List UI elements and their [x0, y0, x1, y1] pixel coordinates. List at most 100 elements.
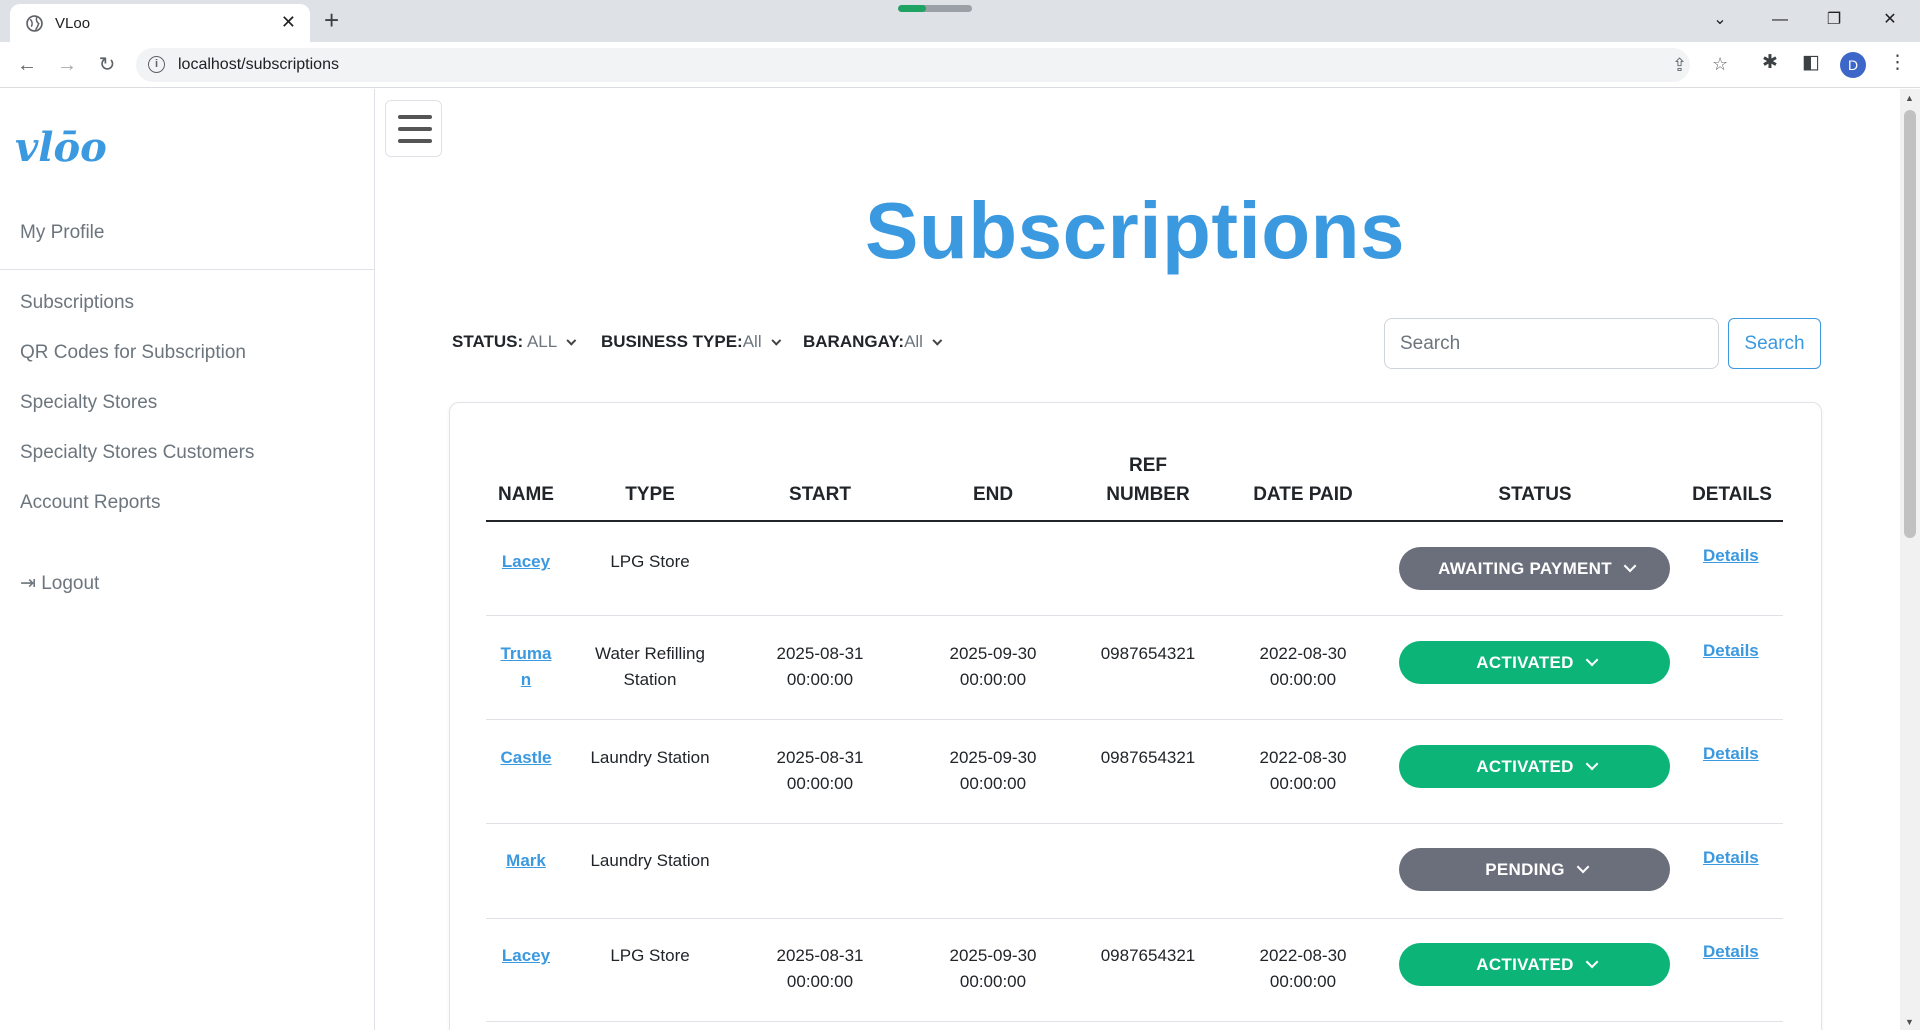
reload-icon[interactable]: ↻	[92, 50, 122, 80]
menu-toggle-button[interactable]	[385, 100, 442, 157]
header-ref-number: NUMBER	[1106, 484, 1190, 505]
svg-text:vlōo: vlōo	[15, 124, 107, 169]
row-divider	[486, 1021, 1783, 1022]
side-panel-icon[interactable]: ◧	[1802, 51, 1820, 74]
new-tab-icon[interactable]: +	[324, 6, 339, 34]
row-name-link[interactable]: Truma	[500, 644, 551, 663]
header-status: STATUS	[1498, 484, 1572, 505]
row-paid-date: 2022-08-30	[1259, 946, 1347, 965]
status-dropdown-button[interactable]: ACTIVATED	[1399, 745, 1670, 788]
extensions-icon[interactable]: ✱	[1762, 51, 1778, 74]
row-type: LPG Store	[610, 552, 690, 571]
bookmark-star-icon[interactable]: ☆	[1712, 54, 1728, 75]
row-ref-number: 0987654321	[1100, 748, 1196, 767]
business-type-filter-dropdown[interactable]: BUSINESS TYPE:All	[601, 332, 781, 352]
search-button[interactable]: Search	[1728, 318, 1821, 369]
chevron-down-icon	[566, 335, 577, 346]
status-dropdown-button[interactable]: ACTIVATED	[1399, 641, 1670, 684]
header-date-paid: DATE PAID	[1253, 484, 1353, 505]
status-dropdown-button[interactable]: PENDING	[1399, 848, 1670, 891]
chevron-down-icon	[1623, 559, 1637, 573]
header-name: NAME	[498, 484, 554, 505]
row-paid-time: 00:00:00	[1269, 670, 1337, 689]
details-link[interactable]: Details	[1703, 848, 1759, 868]
row-name-link[interactable]: Castle	[500, 748, 551, 767]
row-divider	[486, 823, 1783, 824]
chevron-down-icon	[1585, 757, 1599, 771]
back-icon[interactable]: ←	[12, 50, 42, 80]
details-link[interactable]: Details	[1703, 744, 1759, 764]
sidebar-item-specialty-stores-customers[interactable]: Specialty Stores Customers	[20, 442, 254, 464]
row-type: LPG Store	[610, 946, 690, 965]
status-label: ACTIVATED	[1476, 955, 1574, 974]
address-bar[interactable]: i localhost/subscriptions ⇪ ☆	[136, 48, 1728, 82]
browser-tab[interactable]: VLoo ✕	[10, 4, 310, 42]
row-type: Water Refilling	[595, 644, 705, 663]
scroll-up-icon[interactable]: ▲	[1905, 93, 1914, 103]
sidebar: vlōo My Profile Subscriptions QR Codes f…	[0, 89, 375, 1030]
status-label: AWAITING PAYMENT	[1438, 559, 1612, 578]
close-tab-icon[interactable]: ✕	[281, 12, 296, 33]
barangay-filter-value: All	[904, 332, 923, 351]
row-start-date: 2025-08-31	[776, 748, 864, 767]
minimize-icon[interactable]: —	[1760, 6, 1800, 34]
restore-icon[interactable]: ❐	[1814, 6, 1854, 34]
status-dropdown-button[interactable]: ACTIVATED	[1399, 943, 1670, 986]
status-label: PENDING	[1485, 860, 1565, 879]
scroll-down-icon[interactable]: ▼	[1905, 1017, 1914, 1027]
business-type-filter-value: All	[742, 332, 762, 351]
sidebar-item-qr-codes[interactable]: QR Codes for Subscription	[20, 342, 246, 364]
share-icon[interactable]: ⇪	[1672, 55, 1687, 76]
menu-kebab-icon[interactable]: ⋮	[1888, 51, 1907, 74]
row-end-date: 2025-09-30	[949, 946, 1037, 965]
sidebar-item-account-reports[interactable]: Account Reports	[20, 492, 160, 514]
row-name-link[interactable]: Lacey	[502, 552, 550, 571]
row-divider	[486, 615, 1783, 616]
row-paid-date: 2022-08-30	[1259, 748, 1347, 767]
logout-icon: ⇥	[20, 573, 36, 594]
chevron-down-icon	[1576, 860, 1590, 874]
chevron-down-icon	[932, 335, 943, 346]
sidebar-item-my-profile[interactable]: My Profile	[20, 222, 104, 244]
row-end-time: 00:00:00	[959, 670, 1027, 689]
row-end-time: 00:00:00	[959, 972, 1027, 991]
sidebar-item-specialty-stores[interactable]: Specialty Stores	[20, 392, 157, 414]
status-filter-dropdown[interactable]: STATUS: ALL	[452, 332, 577, 352]
header-end: END	[972, 484, 1014, 505]
tab-search-chevron-icon[interactable]: ⌄	[1700, 6, 1740, 34]
sidebar-item-subscriptions[interactable]: Subscriptions	[20, 292, 134, 314]
details-link[interactable]: Details	[1703, 546, 1759, 566]
row-ref-number: 0987654321	[1100, 644, 1196, 663]
row-name-link[interactable]: Mark	[506, 851, 546, 870]
row-type: Laundry Station	[590, 851, 710, 870]
details-link[interactable]: Details	[1703, 641, 1759, 661]
close-window-icon[interactable]: ✕	[1870, 6, 1910, 34]
row-divider	[486, 918, 1783, 919]
browser-toolbar: ← → ↻ i localhost/subscriptions ⇪ ☆ ✱ ◧ …	[0, 42, 1920, 88]
url-text[interactable]: localhost/subscriptions	[178, 56, 339, 74]
row-name-link[interactable]: Lacey	[502, 946, 550, 965]
row-start-date: 2025-08-31	[776, 946, 864, 965]
search-input[interactable]	[1384, 318, 1719, 369]
status-dropdown-button[interactable]: AWAITING PAYMENT	[1399, 547, 1670, 590]
row-start-time: 00:00:00	[786, 670, 854, 689]
row-ref-number: 0987654321	[1100, 946, 1196, 965]
forward-icon[interactable]: →	[52, 50, 82, 80]
row-name-link-wrap[interactable]: n	[521, 670, 531, 689]
header-type: TYPE	[625, 484, 675, 505]
barangay-filter-dropdown[interactable]: BARANGAY:All	[803, 332, 943, 352]
header-details: DETAILS	[1692, 484, 1772, 505]
row-paid-time: 00:00:00	[1269, 972, 1337, 991]
scrollbar-thumb[interactable]	[1904, 110, 1916, 538]
tab-search-pill[interactable]	[898, 5, 972, 12]
row-end-date: 2025-09-30	[949, 644, 1037, 663]
profile-avatar[interactable]: D	[1840, 52, 1866, 78]
row-type: Laundry Station	[590, 748, 710, 767]
site-info-icon[interactable]: i	[148, 56, 165, 73]
barangay-filter-label: BARANGAY:	[803, 332, 905, 351]
details-link[interactable]: Details	[1703, 942, 1759, 962]
sidebar-divider	[0, 269, 375, 270]
status-label: ACTIVATED	[1476, 653, 1574, 672]
vloo-logo[interactable]: vlōo	[15, 119, 110, 169]
logout-link[interactable]: ⇥ Logout	[20, 572, 99, 595]
